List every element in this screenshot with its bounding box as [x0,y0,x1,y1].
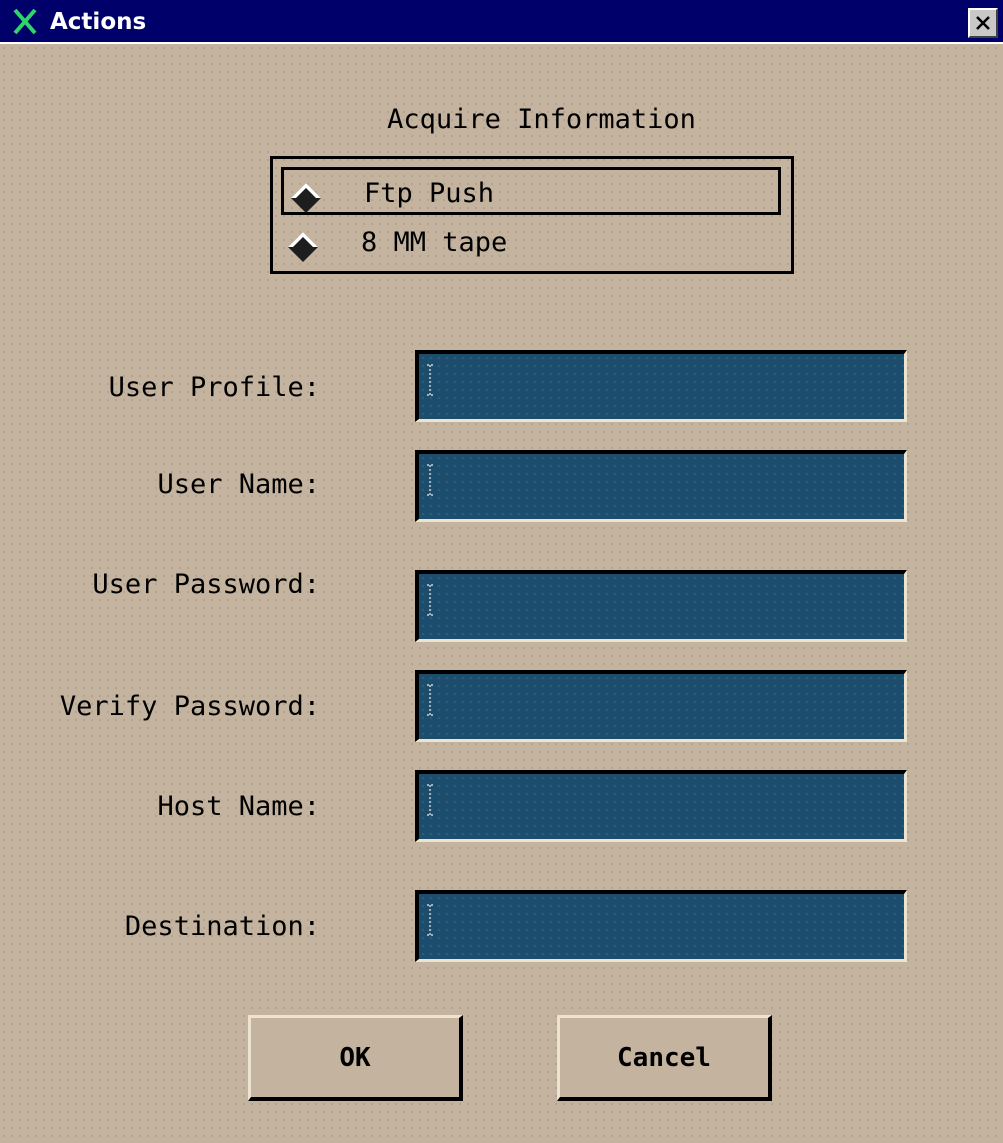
diamond-radio-icon [291,183,321,213]
user-profile-label: User Profile: [108,372,320,403]
close-button[interactable] [968,8,998,38]
x-logo-icon [13,8,37,35]
host-name-field[interactable] [415,770,907,842]
verify-password-label: Verify Password: [59,691,320,722]
destination-input[interactable] [419,894,904,959]
host-name-input[interactable] [419,774,904,839]
ok-button[interactable]: OK [248,1015,463,1101]
host-name-label: Host Name: [157,791,320,822]
radio-label: Ftp Push [364,178,495,209]
user-name-label: User Name: [157,469,320,500]
close-icon [976,16,990,30]
destination-label: Destination: [124,911,320,942]
user-name-field[interactable] [415,450,907,522]
section-heading: Acquire Information [387,104,696,135]
transfer-method-group: Ftp Push 8 MM tape [270,156,794,274]
user-name-input[interactable] [419,454,904,519]
radio-label: 8 MM tape [361,227,508,258]
verify-password-input[interactable] [419,674,904,739]
radio-8mm-tape[interactable]: 8 MM tape [281,219,781,267]
radio-ftp-push[interactable]: Ftp Push [281,167,781,215]
window-titlebar[interactable]: Actions [0,0,1003,44]
user-profile-input[interactable] [419,354,904,419]
user-profile-field[interactable] [415,350,907,422]
diamond-radio-icon [288,232,318,262]
destination-field[interactable] [415,890,907,962]
user-password-label: User Password: [92,569,320,600]
cancel-button[interactable]: Cancel [557,1015,772,1101]
verify-password-field[interactable] [415,670,907,742]
user-password-input[interactable] [419,574,904,639]
user-password-field[interactable] [415,570,907,642]
window-title: Actions [50,9,147,35]
